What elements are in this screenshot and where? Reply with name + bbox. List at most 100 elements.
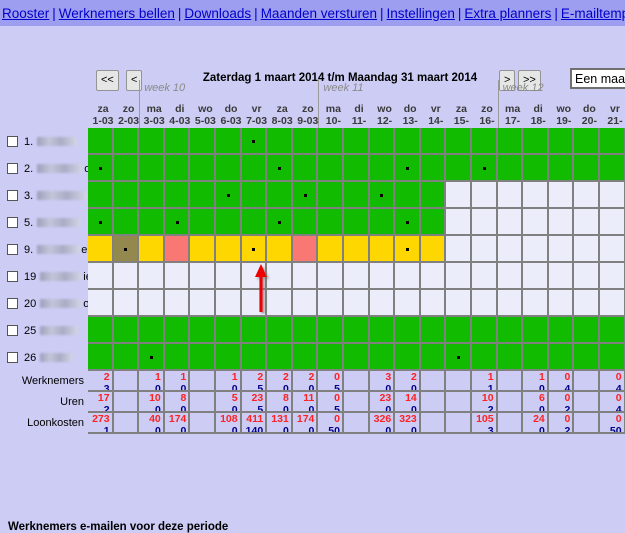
schedule-cell-green[interactable] [164,209,191,236]
schedule-cell-green[interactable] [548,155,575,182]
nav-link-rooster[interactable]: Rooster [2,6,49,21]
schedule-cell-green[interactable] [523,128,549,155]
schedule-cell-empty[interactable] [369,290,396,317]
schedule-cell-green[interactable] [420,182,447,209]
schedule-cell-olive[interactable] [113,236,140,263]
schedule-cell-green[interactable] [190,344,216,371]
schedule-cell-yellow[interactable] [88,236,114,263]
schedule-cell-green[interactable] [164,344,191,371]
schedule-cell-green[interactable] [267,182,293,209]
schedule-cell-empty[interactable] [472,290,498,317]
schedule-cell-empty[interactable] [574,236,600,263]
schedule-cell-empty[interactable] [446,182,472,209]
schedule-cell-green[interactable] [190,128,216,155]
schedule-cell-green[interactable] [472,128,498,155]
schedule-cell-empty[interactable] [369,263,396,290]
schedule-cell-green[interactable] [139,182,165,209]
schedule-cell-green[interactable] [446,317,472,344]
schedule-cell-green[interactable] [164,182,191,209]
schedule-cell-green[interactable] [600,155,625,182]
schedule-cell-green[interactable] [88,182,114,209]
schedule-cell-green[interactable] [318,344,344,371]
schedule-cell-green[interactable] [600,128,625,155]
schedule-cell-green[interactable] [369,155,396,182]
schedule-cell-empty[interactable] [523,290,549,317]
schedule-cell-green[interactable] [420,209,447,236]
schedule-cell-green[interactable] [395,209,421,236]
schedule-cell-green[interactable] [88,128,114,155]
schedule-cell-green[interactable] [241,155,268,182]
schedule-cell-green[interactable] [88,155,114,182]
schedule-cell-green[interactable] [523,155,549,182]
schedule-cell-green[interactable] [113,155,140,182]
schedule-cell-green[interactable] [344,317,370,344]
schedule-cell-green[interactable] [267,209,293,236]
nav-link-maanden-versturen[interactable]: Maanden versturen [261,6,377,21]
schedule-cell-green[interactable] [88,209,114,236]
schedule-cell-green[interactable] [292,182,319,209]
schedule-cell-green[interactable] [292,317,319,344]
schedule-cell-empty[interactable] [472,263,498,290]
schedule-cell-green[interactable] [472,317,498,344]
nav-link-downloads[interactable]: Downloads [184,6,251,21]
schedule-cell-green[interactable] [420,128,447,155]
schedule-cell-green[interactable] [420,155,447,182]
schedule-cell-green[interactable] [548,128,575,155]
schedule-cell-green[interactable] [113,344,140,371]
schedule-cell-green[interactable] [241,209,268,236]
schedule-cell-empty[interactable] [574,182,600,209]
schedule-cell-green[interactable] [164,155,191,182]
schedule-cell-empty[interactable] [600,290,625,317]
employee-checkbox[interactable] [7,244,18,255]
schedule-cell-yellow[interactable] [318,236,344,263]
schedule-cell-green[interactable] [164,317,191,344]
schedule-cell-green[interactable] [190,209,216,236]
schedule-cell-empty[interactable] [497,236,524,263]
schedule-cell-empty[interactable] [523,236,549,263]
schedule-cell-empty[interactable] [548,236,575,263]
schedule-cell-empty[interactable] [472,209,498,236]
schedule-cell-green[interactable] [216,128,242,155]
schedule-cell-empty[interactable] [497,263,524,290]
schedule-cell-green[interactable] [139,128,165,155]
schedule-cell-empty[interactable] [574,290,600,317]
schedule-cell-green[interactable] [113,209,140,236]
schedule-cell-empty[interactable] [113,263,140,290]
schedule-cell-green[interactable] [88,344,114,371]
schedule-cell-green[interactable] [190,182,216,209]
schedule-cell-yellow[interactable] [420,236,447,263]
schedule-cell-green[interactable] [472,155,498,182]
schedule-cell-green[interactable] [369,317,396,344]
schedule-cell-empty[interactable] [344,290,370,317]
schedule-cell-green[interactable] [216,182,242,209]
schedule-cell-green[interactable] [497,344,524,371]
nav-link-e-mailtemplat[interactable]: E-mailtemplat [561,6,625,21]
schedule-cell-green[interactable] [395,317,421,344]
schedule-cell-empty[interactable] [523,182,549,209]
schedule-cell-green[interactable] [292,209,319,236]
schedule-cell-green[interactable] [497,155,524,182]
schedule-cell-green[interactable] [241,182,268,209]
schedule-cell-green[interactable] [292,344,319,371]
schedule-cell-green[interactable] [216,155,242,182]
schedule-cell-green[interactable] [497,128,524,155]
schedule-cell-green[interactable] [472,344,498,371]
schedule-cell-empty[interactable] [548,209,575,236]
schedule-cell-green[interactable] [318,209,344,236]
schedule-cell-empty[interactable] [216,263,242,290]
schedule-cell-green[interactable] [318,182,344,209]
employee-checkbox[interactable] [7,352,18,363]
schedule-cell-empty[interactable] [139,263,165,290]
schedule-cell-empty[interactable] [164,290,191,317]
employee-checkbox[interactable] [7,271,18,282]
schedule-cell-empty[interactable] [472,236,498,263]
schedule-cell-green[interactable] [318,128,344,155]
schedule-cell-green[interactable] [139,209,165,236]
schedule-cell-green[interactable] [548,317,575,344]
schedule-cell-green[interactable] [395,182,421,209]
schedule-cell-green[interactable] [216,344,242,371]
schedule-cell-green[interactable] [318,317,344,344]
schedule-cell-empty[interactable] [420,263,447,290]
schedule-cell-green[interactable] [139,317,165,344]
schedule-cell-empty[interactable] [497,209,524,236]
